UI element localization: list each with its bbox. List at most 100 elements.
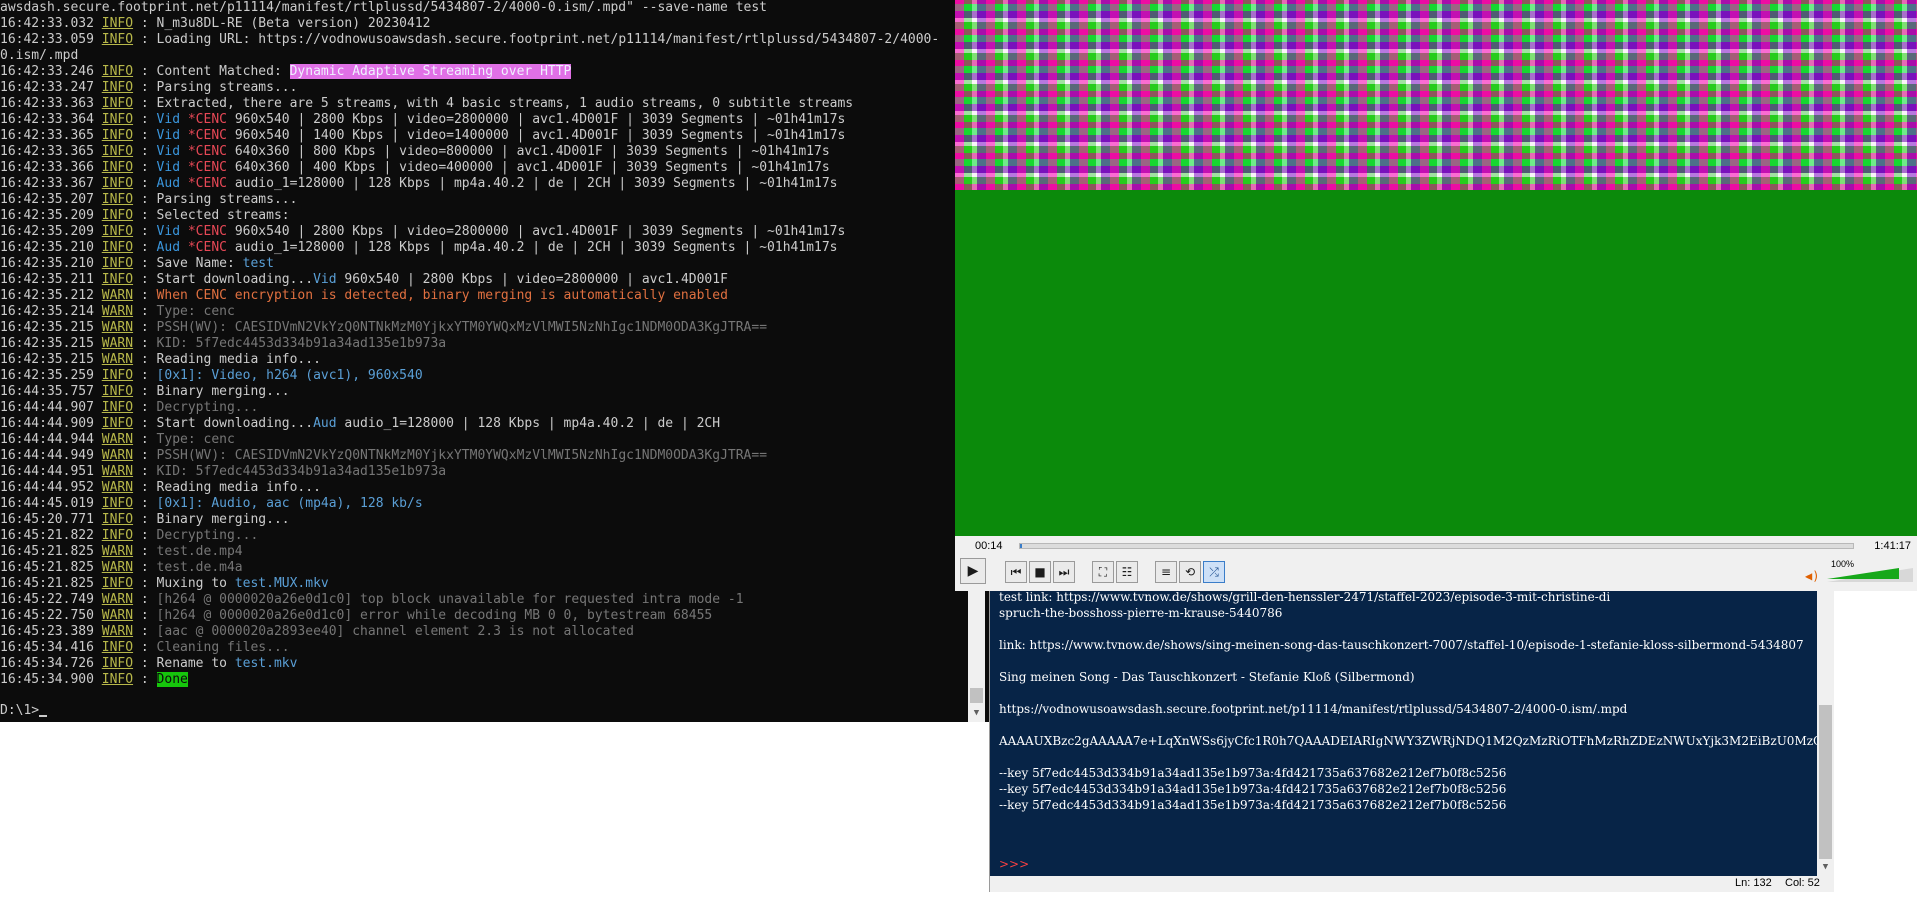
log-message: test.de.mp4 <box>148 544 243 559</box>
log-message: Parsing streams... <box>148 192 298 207</box>
cenc-marker: *CENC <box>180 160 227 175</box>
speaker-icon[interactable]: ◀) <box>1805 569 1819 583</box>
console-line: 16:45:23.389 WARN : [aac @ 0000020a2893e… <box>0 624 634 639</box>
log-message: Decrypting... <box>148 400 259 415</box>
console-line: 16:45:21.825 WARN : test.de.m4a <box>0 560 243 575</box>
console-line: 16:45:21.825 INFO : Muxing to test.MUX.m… <box>0 576 329 591</box>
log-level: WARN <box>101 352 134 367</box>
log-message: Loading URL: https://vodnowusoawsdash.se… <box>148 32 940 47</box>
log-message: Parsing streams... <box>148 80 298 95</box>
shuffle-button[interactable]: ⤮ <box>1203 561 1225 583</box>
log-level: INFO <box>101 672 134 687</box>
log-timestamp: 16:42:33.365 <box>0 144 94 159</box>
log-level: WARN <box>101 320 134 335</box>
log-message: KID: 5f7edc4453d334b91a34ad135e1b973a <box>148 464 447 479</box>
cenc-marker: *CENC <box>180 144 227 159</box>
prompt-text: D:\1> <box>0 703 40 718</box>
stream-type-tag: Vid <box>156 224 181 239</box>
log-level: INFO <box>101 368 134 383</box>
log-timestamp: 16:42:33.366 <box>0 160 94 175</box>
console-line: 16:42:35.215 WARN : Reading media info..… <box>0 352 321 367</box>
editor-line: link: https://www.tvnow.de/shows/sing-me… <box>999 638 1804 652</box>
log-message <box>149 672 157 687</box>
console-line: awsdash.secure.footprint.net/p11114/mani… <box>0 0 965 16</box>
stop-button[interactable]: ■ <box>1029 561 1051 583</box>
console-line: 16:45:34.900 INFO : Done <box>0 672 188 687</box>
video-player-window[interactable]: 00:14 1:41:17 ▶ ⏮ ■ ⏭ ⛶ ☷ ≡ ⟲ ⤮ ◀) 100% <box>955 0 1917 591</box>
log-level: INFO <box>101 400 134 415</box>
terminal-window[interactable]: awsdash.secure.footprint.net/p11114/mani… <box>0 0 1000 722</box>
log-timestamp: 16:42:33.032 <box>0 16 94 31</box>
log-level: INFO <box>101 512 134 527</box>
console-line: 16:42:33.365 INFO : Vid *CENC 960x540 | … <box>0 128 846 143</box>
console-line: 16:44:35.757 INFO : Binary merging... <box>0 384 290 399</box>
volume-fill <box>1827 568 1899 579</box>
playlist-button[interactable]: ≡ <box>1155 561 1177 583</box>
editor-line: spruch-the-bosshoss-pierre-m-krause-5440… <box>999 606 1283 620</box>
console-line: 16:44:44.944 WARN : Type: cenc <box>0 432 235 447</box>
log-message: Selected streams: <box>148 208 290 223</box>
editor-scrollbar[interactable]: ▼ <box>1817 589 1834 876</box>
console-line: 16:42:35.212 WARN : When CENC encryption… <box>0 288 728 303</box>
console-line: 16:45:22.750 WARN : [h264 @ 0000020a26e0… <box>0 608 713 623</box>
video-frame[interactable] <box>955 0 1917 536</box>
editor-line: AAAAUXBzc2gAAAAA7e+LqXnWSs6jyCfc1R0h7QAA… <box>999 734 1899 748</box>
volume-slider[interactable] <box>1827 568 1913 582</box>
log-message: [h264 @ 0000020a26e0d1c0] error while de… <box>148 608 713 623</box>
log-message: [aac @ 0000020a2893ee40] channel element… <box>148 624 634 639</box>
extended-settings-button[interactable]: ☷ <box>1116 561 1138 583</box>
log-level: INFO <box>101 272 134 287</box>
play-button[interactable]: ▶ <box>960 558 986 584</box>
log-timestamp: 16:42:35.211 <box>0 272 94 287</box>
log-message: N_m3u8DL-RE (Beta version) 20230412 <box>148 16 431 31</box>
scrollbar-thumb[interactable] <box>970 688 983 703</box>
console-line: 16:44:44.949 WARN : PSSH(WV): CAESIDVmN2… <box>0 448 768 463</box>
log-timestamp: 16:42:33.364 <box>0 112 94 127</box>
stream-type-tag: Aud <box>156 240 181 255</box>
log-message: Type: cenc <box>148 432 235 447</box>
editor-prompt: >>> <box>999 857 1030 871</box>
seek-bar[interactable] <box>1019 543 1854 549</box>
log-timestamp: 16:42:35.209 <box>0 208 94 223</box>
log-message: Start downloading... <box>148 416 314 431</box>
cenc-marker: *CENC <box>180 224 227 239</box>
log-level: INFO <box>101 192 134 207</box>
log-level: WARN <box>101 480 134 495</box>
log-level: INFO <box>101 96 134 111</box>
next-button[interactable]: ⏭ <box>1053 561 1075 583</box>
log-timestamp: 16:42:35.210 <box>0 256 94 271</box>
fullscreen-button[interactable]: ⛶ <box>1092 561 1114 583</box>
log-level: WARN <box>101 448 134 463</box>
log-timestamp: 16:42:35.207 <box>0 192 94 207</box>
log-timestamp: 16:45:34.416 <box>0 640 94 655</box>
log-message: 960x540 | 2800 Kbps | video=2800000 | av… <box>227 112 846 127</box>
terminal-prompt[interactable]: D:\1> <box>0 703 48 719</box>
console-line: 16:44:44.907 INFO : Decrypting... <box>0 400 259 415</box>
scroll-down-arrow-icon[interactable]: ▼ <box>1817 859 1834 876</box>
log-timestamp: awsdash.secure.footprint.net/p11114/mani… <box>0 0 768 15</box>
log-timestamp: 16:42:35.210 <box>0 240 94 255</box>
console-line: 16:42:33.366 INFO : Vid *CENC 640x360 | … <box>0 160 830 175</box>
previous-button[interactable]: ⏮ <box>1005 561 1027 583</box>
editor-content[interactable]: test link: https://www.tvnow.de/shows/gr… <box>999 589 1899 813</box>
log-message: KID: 5f7edc4453d334b91a34ad135e1b973a <box>148 336 447 351</box>
console-line: 16:45:34.416 INFO : Cleaning files... <box>0 640 290 655</box>
log-message-detail: 960x540 | 2800 Kbps | video=2800000 | av… <box>336 272 728 287</box>
log-level: INFO <box>101 176 134 191</box>
loop-button[interactable]: ⟲ <box>1179 561 1201 583</box>
playlist-icon: ≡ <box>1160 565 1172 579</box>
log-message: PSSH(WV): CAESIDVmN2VkYzQ0NTNkMzM0YjkxYT… <box>148 448 768 463</box>
console-line: 16:42:33.246 INFO : Content Matched: Dyn… <box>0 64 572 79</box>
scroll-down-arrow-icon[interactable]: ▼ <box>968 705 985 722</box>
text-editor-window[interactable]: test link: https://www.tvnow.de/shows/gr… <box>989 589 1899 892</box>
log-timestamp: 16:45:21.822 <box>0 528 94 543</box>
log-message: Save Name: <box>148 256 243 271</box>
log-timestamp: 16:45:21.825 <box>0 544 94 559</box>
log-message: test.de.m4a <box>148 560 243 575</box>
scrollbar-thumb[interactable] <box>1819 705 1832 859</box>
log-timestamp: 16:44:44.949 <box>0 448 94 463</box>
log-level: INFO <box>101 240 134 255</box>
log-message: audio_1=128000 | 128 Kbps | mp4a.40.2 | … <box>227 176 838 191</box>
log-timestamp: 16:44:44.952 <box>0 480 94 495</box>
log-value: Aud <box>313 416 337 431</box>
